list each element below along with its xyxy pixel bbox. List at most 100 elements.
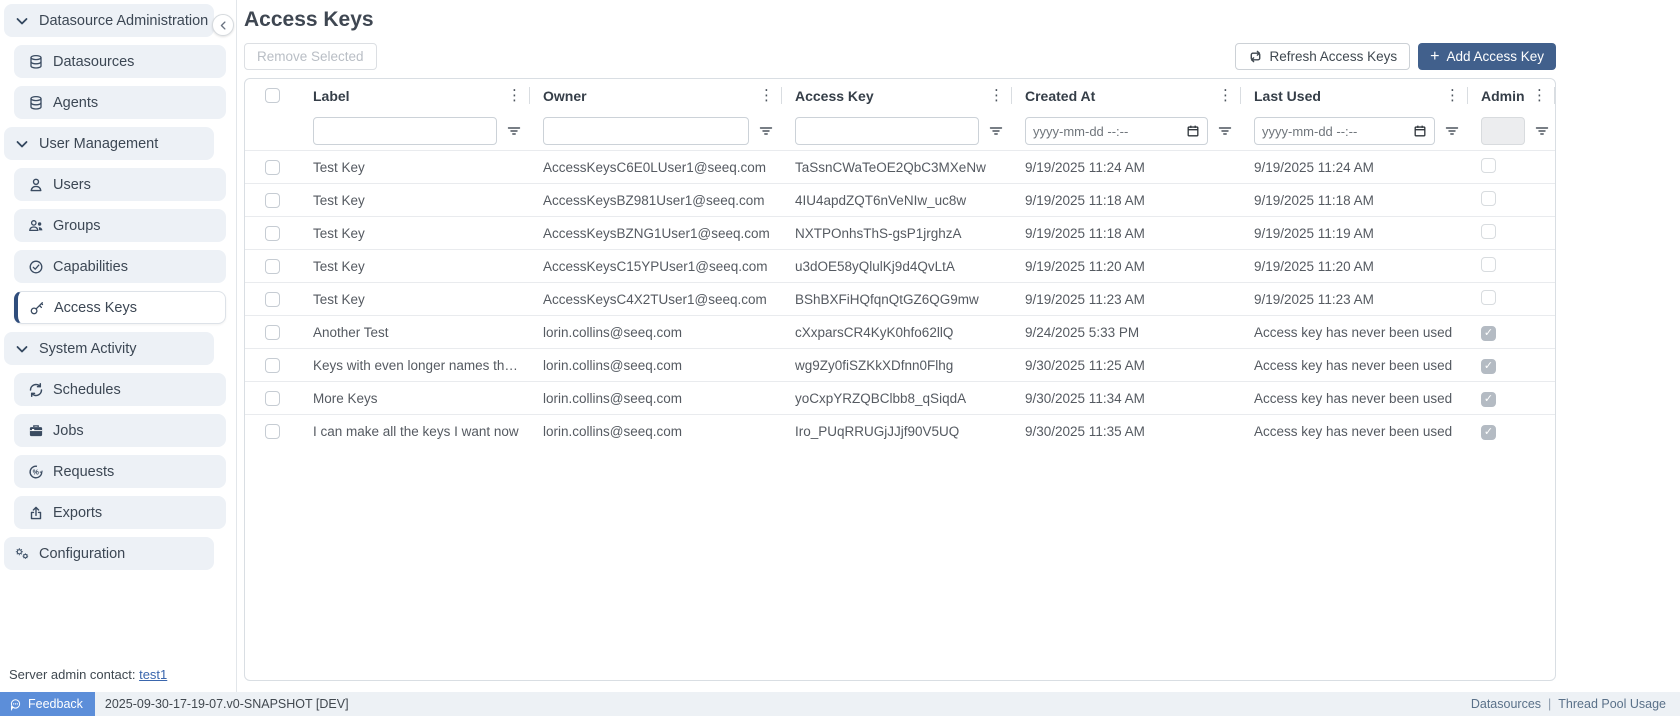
table-row: I can make all the keys I want nowlorin.… — [245, 414, 1555, 447]
filter-icon[interactable] — [1444, 123, 1460, 139]
owner-filter-input[interactable] — [543, 117, 749, 145]
cell-last-used: 9/19/2025 11:20 AM — [1241, 259, 1468, 274]
column-header-created-at: Created At ⋮ — [1012, 79, 1241, 112]
remove-selected-button[interactable]: Remove Selected — [244, 43, 377, 70]
cell-last-used: Access key has never been used — [1241, 325, 1468, 340]
server-admin-contact-link[interactable]: test1 — [139, 667, 167, 682]
sidebar-item-datasources[interactable]: Datasources — [14, 45, 226, 78]
sidebar-item-agents[interactable]: Agents — [14, 86, 226, 119]
refresh-icon — [1248, 49, 1263, 64]
cell-admin — [1468, 324, 1555, 341]
admin-checkbox[interactable] — [1481, 425, 1496, 440]
row-checkbox[interactable] — [265, 226, 280, 241]
table-row: Keys with even longer names than be...lo… — [245, 348, 1555, 381]
filter-icon[interactable] — [988, 123, 1004, 139]
cell-owner: AccessKeysC6E0LUser1@seeq.com — [530, 160, 782, 175]
gauge-icon: % — [28, 464, 44, 480]
sidebar-section-datasource-administration[interactable]: Datasource Administration — [4, 4, 214, 37]
column-menu-icon[interactable]: ⋮ — [759, 88, 774, 103]
sidebar-item-label: Requests — [53, 464, 114, 480]
sidebar-item-capabilities[interactable]: Capabilities — [14, 250, 226, 283]
table-body: Test KeyAccessKeysC6E0LUser1@seeq.comTaS… — [245, 150, 1555, 447]
cell-last-used: 9/19/2025 11:19 AM — [1241, 226, 1468, 241]
filter-icon[interactable] — [758, 123, 774, 139]
cell-owner: lorin.collins@seeq.com — [530, 391, 782, 406]
cell-access-key: cXxparsCR4KyK0hfo62llQ — [782, 325, 1012, 340]
cell-label: Test Key — [300, 259, 530, 274]
admin-filter-input[interactable] — [1481, 117, 1525, 145]
cell-label: Test Key — [300, 160, 530, 175]
column-menu-icon[interactable]: ⋮ — [507, 88, 522, 103]
sidebar-item-groups[interactable]: Groups — [14, 209, 226, 242]
column-menu-icon[interactable]: ⋮ — [1445, 88, 1460, 103]
add-access-key-button[interactable]: + Add Access Key — [1418, 43, 1556, 70]
sidebar-section-user-management[interactable]: User Management — [4, 127, 214, 160]
cell-created-at: 9/30/2025 11:35 AM — [1012, 424, 1241, 439]
sidebar-section-label: System Activity — [39, 341, 137, 357]
admin-checkbox[interactable] — [1481, 359, 1496, 374]
refresh-access-keys-button[interactable]: Refresh Access Keys — [1235, 43, 1411, 70]
sidebar-item-schedules[interactable]: Schedules — [14, 373, 226, 406]
row-checkbox[interactable] — [265, 424, 280, 439]
sidebar-item-configuration[interactable]: Configuration — [4, 537, 214, 570]
access-key-filter-input[interactable] — [795, 117, 979, 145]
svg-text:%: % — [33, 469, 40, 476]
label-filter-input[interactable] — [313, 117, 497, 145]
footer-link-thread-pool-usage[interactable]: Thread Pool Usage — [1558, 697, 1666, 711]
sidebar-item-exports[interactable]: Exports — [14, 496, 226, 529]
cell-created-at: 9/19/2025 11:23 AM — [1012, 292, 1241, 307]
row-checkbox[interactable] — [265, 259, 280, 274]
row-checkbox[interactable] — [265, 391, 280, 406]
sidebar-item-label: Agents — [53, 95, 98, 111]
admin-checkbox[interactable] — [1481, 290, 1496, 305]
refresh-button-label: Refresh Access Keys — [1270, 49, 1398, 64]
admin-checkbox[interactable] — [1481, 392, 1496, 407]
filter-icon[interactable] — [506, 123, 522, 139]
sidebar-section-label: Datasource Administration — [39, 13, 208, 29]
admin-checkbox[interactable] — [1481, 224, 1496, 239]
sidebar-item-requests[interactable]: % Requests — [14, 455, 226, 488]
admin-checkbox[interactable] — [1481, 257, 1496, 272]
filter-icon[interactable] — [1534, 123, 1550, 139]
row-checkbox[interactable] — [265, 292, 280, 307]
cell-label: I can make all the keys I want now — [300, 424, 530, 439]
column-menu-icon[interactable]: ⋮ — [989, 88, 1004, 103]
admin-checkbox[interactable] — [1481, 326, 1496, 341]
calendar-icon[interactable] — [1186, 124, 1200, 138]
sidebar-collapse-button[interactable] — [212, 14, 234, 36]
sidebar-item-label: Groups — [53, 218, 101, 234]
row-checkbox-cell — [245, 349, 300, 381]
sidebar-section-system-activity[interactable]: System Activity — [4, 332, 214, 365]
admin-checkbox[interactable] — [1481, 191, 1496, 206]
admin-checkbox[interactable] — [1481, 158, 1496, 173]
cell-owner: lorin.collins@seeq.com — [530, 424, 782, 439]
cell-access-key: NXTPOnhsThS-gsP1jrghzA — [782, 226, 1012, 241]
column-menu-icon[interactable]: ⋮ — [1218, 88, 1233, 103]
sidebar-item-jobs[interactable]: Jobs — [14, 414, 226, 447]
footer-link-datasources[interactable]: Datasources — [1471, 697, 1541, 711]
cell-last-used: 9/19/2025 11:24 AM — [1241, 160, 1468, 175]
chevron-down-icon — [14, 341, 30, 357]
sidebar-item-label: Exports — [53, 505, 102, 521]
sidebar-item-users[interactable]: Users — [14, 168, 226, 201]
sidebar-item-access-keys[interactable]: Access Keys — [14, 291, 226, 324]
cell-created-at: 9/19/2025 11:18 AM — [1012, 226, 1241, 241]
cell-last-used: 9/19/2025 11:23 AM — [1241, 292, 1468, 307]
cell-owner: lorin.collins@seeq.com — [530, 325, 782, 340]
row-checkbox[interactable] — [265, 160, 280, 175]
row-checkbox[interactable] — [265, 325, 280, 340]
created-at-filter-input[interactable]: yyyy-mm-dd --:-- — [1025, 117, 1208, 145]
column-menu-icon[interactable]: ⋮ — [1532, 88, 1547, 103]
filter-icon[interactable] — [1217, 123, 1233, 139]
row-checkbox[interactable] — [265, 193, 280, 208]
calendar-icon[interactable] — [1413, 124, 1427, 138]
cell-owner: AccessKeysBZ981User1@seeq.com — [530, 193, 782, 208]
column-header-owner: Owner ⋮ — [530, 79, 782, 112]
feedback-button[interactable]: Feedback — [0, 692, 95, 716]
select-all-checkbox[interactable] — [265, 88, 280, 103]
cell-owner: lorin.collins@seeq.com — [530, 358, 782, 373]
table-row: Another Testlorin.collins@seeq.comcXxpar… — [245, 315, 1555, 348]
last-used-filter-input[interactable]: yyyy-mm-dd --:-- — [1254, 117, 1435, 145]
row-checkbox[interactable] — [265, 358, 280, 373]
sidebar-section-label: User Management — [39, 136, 158, 152]
